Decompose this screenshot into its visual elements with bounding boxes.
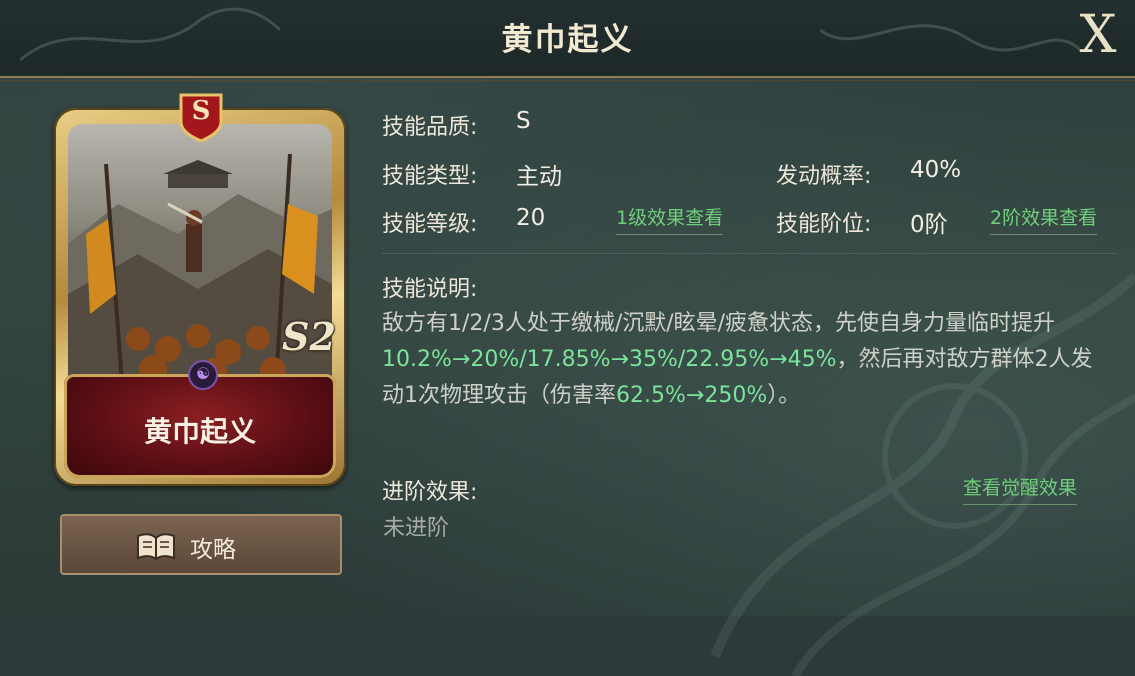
card-level-badge: S2 [282, 314, 336, 359]
guide-button-label: 攻略 [190, 537, 236, 563]
section-divider [382, 253, 1118, 254]
advance-label: 进阶效果: [382, 480, 478, 505]
rank2-effect-link[interactable]: 2阶效果查看 [990, 203, 1098, 235]
type-value: 主动 [516, 164, 562, 190]
close-button[interactable]: X [1069, 2, 1127, 68]
description-highlight: 62.5%→250% [616, 383, 768, 408]
rank-value: 0阶 [910, 212, 948, 238]
rate-label: 发动概率: [776, 164, 872, 189]
grade-letter: S [191, 96, 211, 126]
book-icon [137, 533, 175, 560]
quality-value: S [516, 108, 531, 134]
description-text: ）。 [767, 383, 801, 408]
card-nameplate: ☯ 黄巾起义 [64, 360, 336, 478]
description-highlight: 10.2%→20%/17.85%→35%/22.95%→45% [382, 347, 837, 372]
dialog-title: 黄巾起义 [501, 22, 634, 58]
rate-value: 40% [910, 157, 962, 183]
awakening-effect-link[interactable]: 查看觉醒效果 [963, 473, 1078, 505]
rank-label: 技能阶位: [776, 212, 872, 237]
quality-label: 技能品质: [382, 115, 478, 140]
description-text: 敌方有1/2/3人处于缴械/沉默/眩晕/疲惫状态，先使自身力量临时提升 [382, 311, 1056, 336]
level1-effect-link[interactable]: 1级效果查看 [616, 203, 724, 235]
card-skill-name: 黄巾起义 [143, 415, 256, 448]
type-label: 技能类型: [382, 164, 478, 189]
description-label: 技能说明: [382, 277, 478, 302]
level-value: 20 [516, 205, 546, 231]
guide-button[interactable]: 攻略 [60, 514, 342, 575]
skill-card: S ☯ 黄巾起义 S2 [52, 92, 350, 490]
level-label: 技能等级: [382, 212, 478, 237]
title-bar: 黄巾起义 X [0, 0, 1135, 81]
faction-emblem-icon: ☯ [188, 360, 218, 390]
advance-value: 未进阶 [383, 516, 450, 541]
skill-description: 敌方有1/2/3人处于缴械/沉默/眩晕/疲惫状态，先使自身力量临时提升 10.2%… [382, 306, 1112, 414]
